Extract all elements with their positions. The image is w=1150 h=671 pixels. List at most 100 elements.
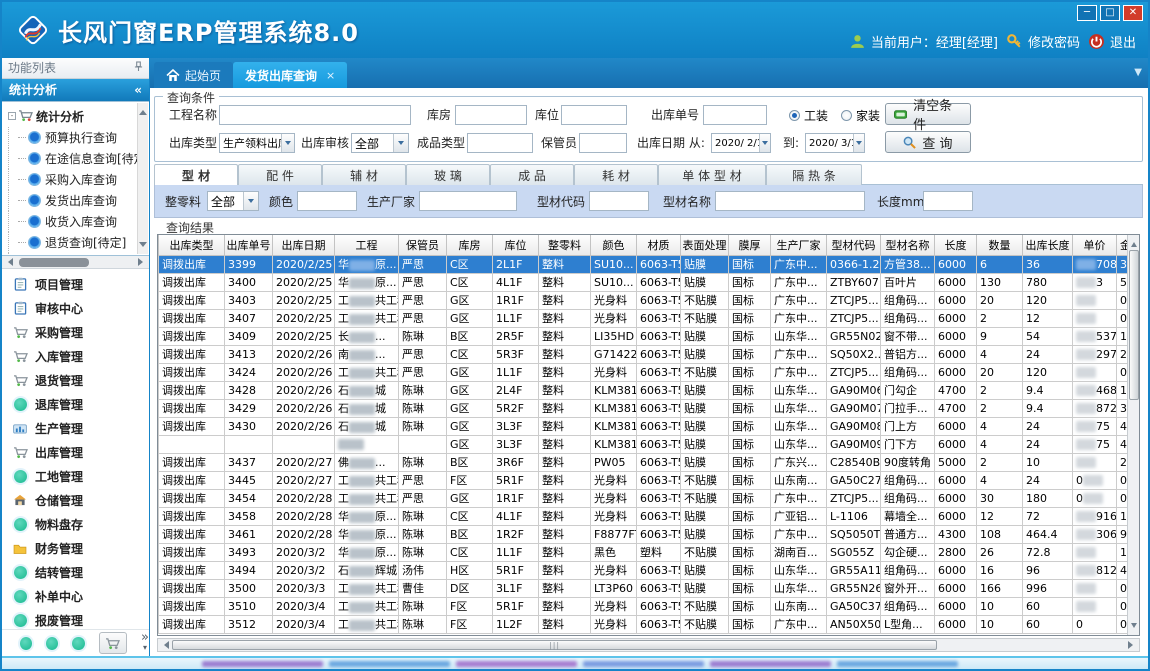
stats-group-header[interactable]: 统计分析 « bbox=[2, 79, 149, 101]
column-header[interactable]: 工程 bbox=[335, 235, 399, 255]
tab-list-caret-icon[interactable]: ▼ bbox=[1134, 67, 1142, 78]
minimize-button[interactable]: ─ bbox=[1077, 5, 1097, 21]
tree-expander-icon[interactable]: - bbox=[8, 112, 16, 120]
length-input[interactable] bbox=[923, 191, 973, 211]
table-row[interactable]: 调拨出库34302020/2/26石城陈琳G区3L3F整料KLM38176063… bbox=[159, 417, 1135, 435]
tree-root[interactable]: - 统计分析 bbox=[8, 106, 137, 127]
collapse-icon[interactable]: « bbox=[134, 83, 142, 97]
tab-close-icon[interactable]: × bbox=[326, 69, 335, 82]
material-tab-玻璃[interactable]: 玻 璃 bbox=[406, 164, 490, 185]
change-password-button[interactable]: 修改密码 bbox=[1006, 32, 1080, 51]
close-button[interactable]: ✕ bbox=[1123, 5, 1143, 21]
sidebar-item-出库管理[interactable]: 出库管理 bbox=[2, 440, 149, 464]
sidebar-item-采购管理[interactable]: 采购管理 bbox=[2, 320, 149, 344]
sidebar-item-物料盘存[interactable]: 物料盘存 bbox=[2, 512, 149, 536]
table-row[interactable]: 调拨出库34282020/2/26石城陈琳G区2L4F整料KLM38176063… bbox=[159, 381, 1135, 399]
material-tab-单体型材[interactable]: 单 体 型 材 bbox=[658, 164, 766, 185]
sidebar-item-财务管理[interactable]: 财务管理 bbox=[2, 536, 149, 560]
table-row[interactable]: 调拨出库34092020/2/25长...陈琳B区2R5F整料LI35HD606… bbox=[159, 327, 1135, 345]
column-header[interactable]: 膜厚 bbox=[729, 235, 771, 255]
sidebar-item-退库管理[interactable]: 退库管理 bbox=[2, 392, 149, 416]
profile-code-input[interactable] bbox=[589, 191, 649, 211]
table-horizontal-scrollbar[interactable]: ||| bbox=[157, 638, 1140, 652]
material-tab-配件[interactable]: 配 件 bbox=[238, 164, 322, 185]
sidebar-item-工地管理[interactable]: 工地管理 bbox=[2, 464, 149, 488]
tree-item[interactable]: 退库管理[待定] bbox=[8, 253, 137, 257]
maximize-button[interactable]: □ bbox=[1100, 5, 1120, 21]
column-header[interactable]: 数量 bbox=[977, 235, 1023, 255]
column-header[interactable]: 生产厂家 bbox=[771, 235, 827, 255]
column-header[interactable]: 库位 bbox=[493, 235, 539, 255]
sidebar-item-审核中心[interactable]: 审核中心 bbox=[2, 296, 149, 320]
sidebar-item-生产管理[interactable]: 生产管理 bbox=[2, 416, 149, 440]
material-tab-型材[interactable]: 型 材 bbox=[154, 164, 238, 185]
scrollbar-thumb[interactable]: ||| bbox=[172, 640, 937, 650]
pin-icon[interactable] bbox=[134, 61, 143, 75]
tree-item[interactable]: 在途信息查询[待定] bbox=[8, 148, 137, 169]
column-header[interactable]: 长度 bbox=[935, 235, 977, 255]
table-row[interactable]: 调拨出库34542020/2/28工共工程严思G区1R1F整料光身料6063-T… bbox=[159, 489, 1135, 507]
table-row[interactable]: 调拨出库34942020/3/2石辉城汤伟H区5R1F整料光身料6063-T5贴… bbox=[159, 561, 1135, 579]
tree-item[interactable]: 预算执行查询 bbox=[8, 127, 137, 148]
audit-select[interactable]: 全部 bbox=[351, 133, 409, 153]
dot-icon[interactable] bbox=[20, 637, 32, 650]
material-tab-辅材[interactable]: 辅 材 bbox=[322, 164, 406, 185]
column-header[interactable]: 单价 bbox=[1073, 235, 1117, 255]
material-tab-耗材[interactable]: 耗 材 bbox=[574, 164, 658, 185]
table-row[interactable]: 调拨出库34292020/2/26石城陈琳G区5R2F整料KLM38176063… bbox=[159, 399, 1135, 417]
date-to-picker[interactable]: 2020/ 3/16 bbox=[805, 133, 865, 153]
sidebar-item-补单中心[interactable]: 补单中心 bbox=[2, 584, 149, 608]
color-input[interactable] bbox=[297, 191, 357, 211]
cart-shortcut-button[interactable] bbox=[99, 632, 127, 654]
column-header[interactable]: 保管员 bbox=[399, 235, 447, 255]
column-header[interactable]: 材质 bbox=[637, 235, 681, 255]
column-header[interactable]: 颜色 bbox=[591, 235, 637, 255]
tree-horizontal-scrollbar[interactable] bbox=[2, 256, 149, 269]
dot-icon[interactable] bbox=[72, 637, 84, 650]
tree-item[interactable]: 退货查询[待定] bbox=[8, 232, 137, 253]
query-button[interactable]: 查 询 bbox=[885, 131, 971, 153]
tab-shipping-outbound-query[interactable]: 发货出库查询 × bbox=[233, 62, 347, 88]
table-vertical-scrollbar[interactable] bbox=[1127, 235, 1139, 635]
table-row[interactable]: 调拨出库34132020/2/26南...严思C区5R3F整料G71422606… bbox=[159, 345, 1135, 363]
outbound-type-select[interactable]: 生产领料出库 bbox=[219, 133, 295, 153]
sidebar-item-项目管理[interactable]: 项目管理 bbox=[2, 272, 149, 296]
scroll-up-icon[interactable] bbox=[139, 106, 147, 115]
table-row[interactable]: 调拨出库34242020/2/26工共工程严思G区1L1F整料光身料6063-T… bbox=[159, 363, 1135, 381]
scrollbar-thumb[interactable] bbox=[19, 258, 89, 267]
table-row[interactable]: 调拨出库35122020/3/4工共工程陈琳F区1L2F整料光身料6063-T5… bbox=[159, 615, 1135, 633]
manufacturer-input[interactable] bbox=[419, 191, 517, 211]
sidebar-item-入库管理[interactable]: 入库管理 bbox=[2, 344, 149, 368]
scroll-down-icon[interactable] bbox=[139, 242, 147, 251]
radio-jiazhuang[interactable]: 家装 bbox=[841, 105, 880, 125]
table-row[interactable]: 调拨出库34032020/2/25工共工程严思G区1R1F整料光身料6063-T… bbox=[159, 291, 1135, 309]
table-row[interactable]: 调拨出库33992020/2/25华原...严思C区2L1F整料SU10...6… bbox=[159, 255, 1135, 273]
tree-item[interactable]: 发货出库查询 bbox=[8, 190, 137, 211]
tree-item[interactable]: 采购入库查询 bbox=[8, 169, 137, 190]
column-header[interactable]: 型材代码 bbox=[827, 235, 881, 255]
location-input[interactable] bbox=[561, 105, 627, 125]
logout-button[interactable]: 退出 bbox=[1088, 32, 1136, 51]
material-tab-成品[interactable]: 成 品 bbox=[490, 164, 574, 185]
table-row[interactable]: 调拨出库35102020/3/4工共工程陈琳F区5R1F整料光身料6063-T5… bbox=[159, 597, 1135, 615]
order-no-input[interactable] bbox=[703, 105, 767, 125]
sidebar-item-仓储管理[interactable]: 仓储管理 bbox=[2, 488, 149, 512]
table-row[interactable]: 调拨出库34452020/2/27工共工程严思F区5R1F整料光身料6063-T… bbox=[159, 471, 1135, 489]
scroll-up-icon[interactable] bbox=[1131, 239, 1137, 247]
table-row[interactable]: G区3L3F整料KLM38176063-T5贴膜国标山东华...GA90M09.… bbox=[159, 435, 1135, 453]
column-header[interactable]: 出库类型 bbox=[159, 235, 225, 255]
scroll-left-icon[interactable] bbox=[160, 641, 169, 649]
expand-more-button[interactable]: »▾ bbox=[141, 633, 149, 653]
radio-gongzhuang[interactable]: 工装 bbox=[789, 105, 828, 125]
sidebar-item-退货管理[interactable]: 退货管理 bbox=[2, 368, 149, 392]
product-type-input[interactable] bbox=[467, 133, 533, 153]
column-header[interactable]: 型材名称 bbox=[881, 235, 935, 255]
column-header[interactable]: 出库日期 bbox=[273, 235, 335, 255]
tab-home[interactable]: 起始页 bbox=[154, 62, 233, 88]
column-header[interactable]: 出库长度 bbox=[1023, 235, 1073, 255]
table-row[interactable]: 调拨出库34612020/2/28华原...陈琳B区1R2F整料F8877FT6… bbox=[159, 525, 1135, 543]
scroll-down-icon[interactable] bbox=[1131, 623, 1137, 631]
date-from-picker[interactable]: 2020/ 2/16 bbox=[711, 133, 771, 153]
column-header[interactable]: 出库单号 bbox=[225, 235, 273, 255]
keeper-input[interactable] bbox=[579, 133, 627, 153]
